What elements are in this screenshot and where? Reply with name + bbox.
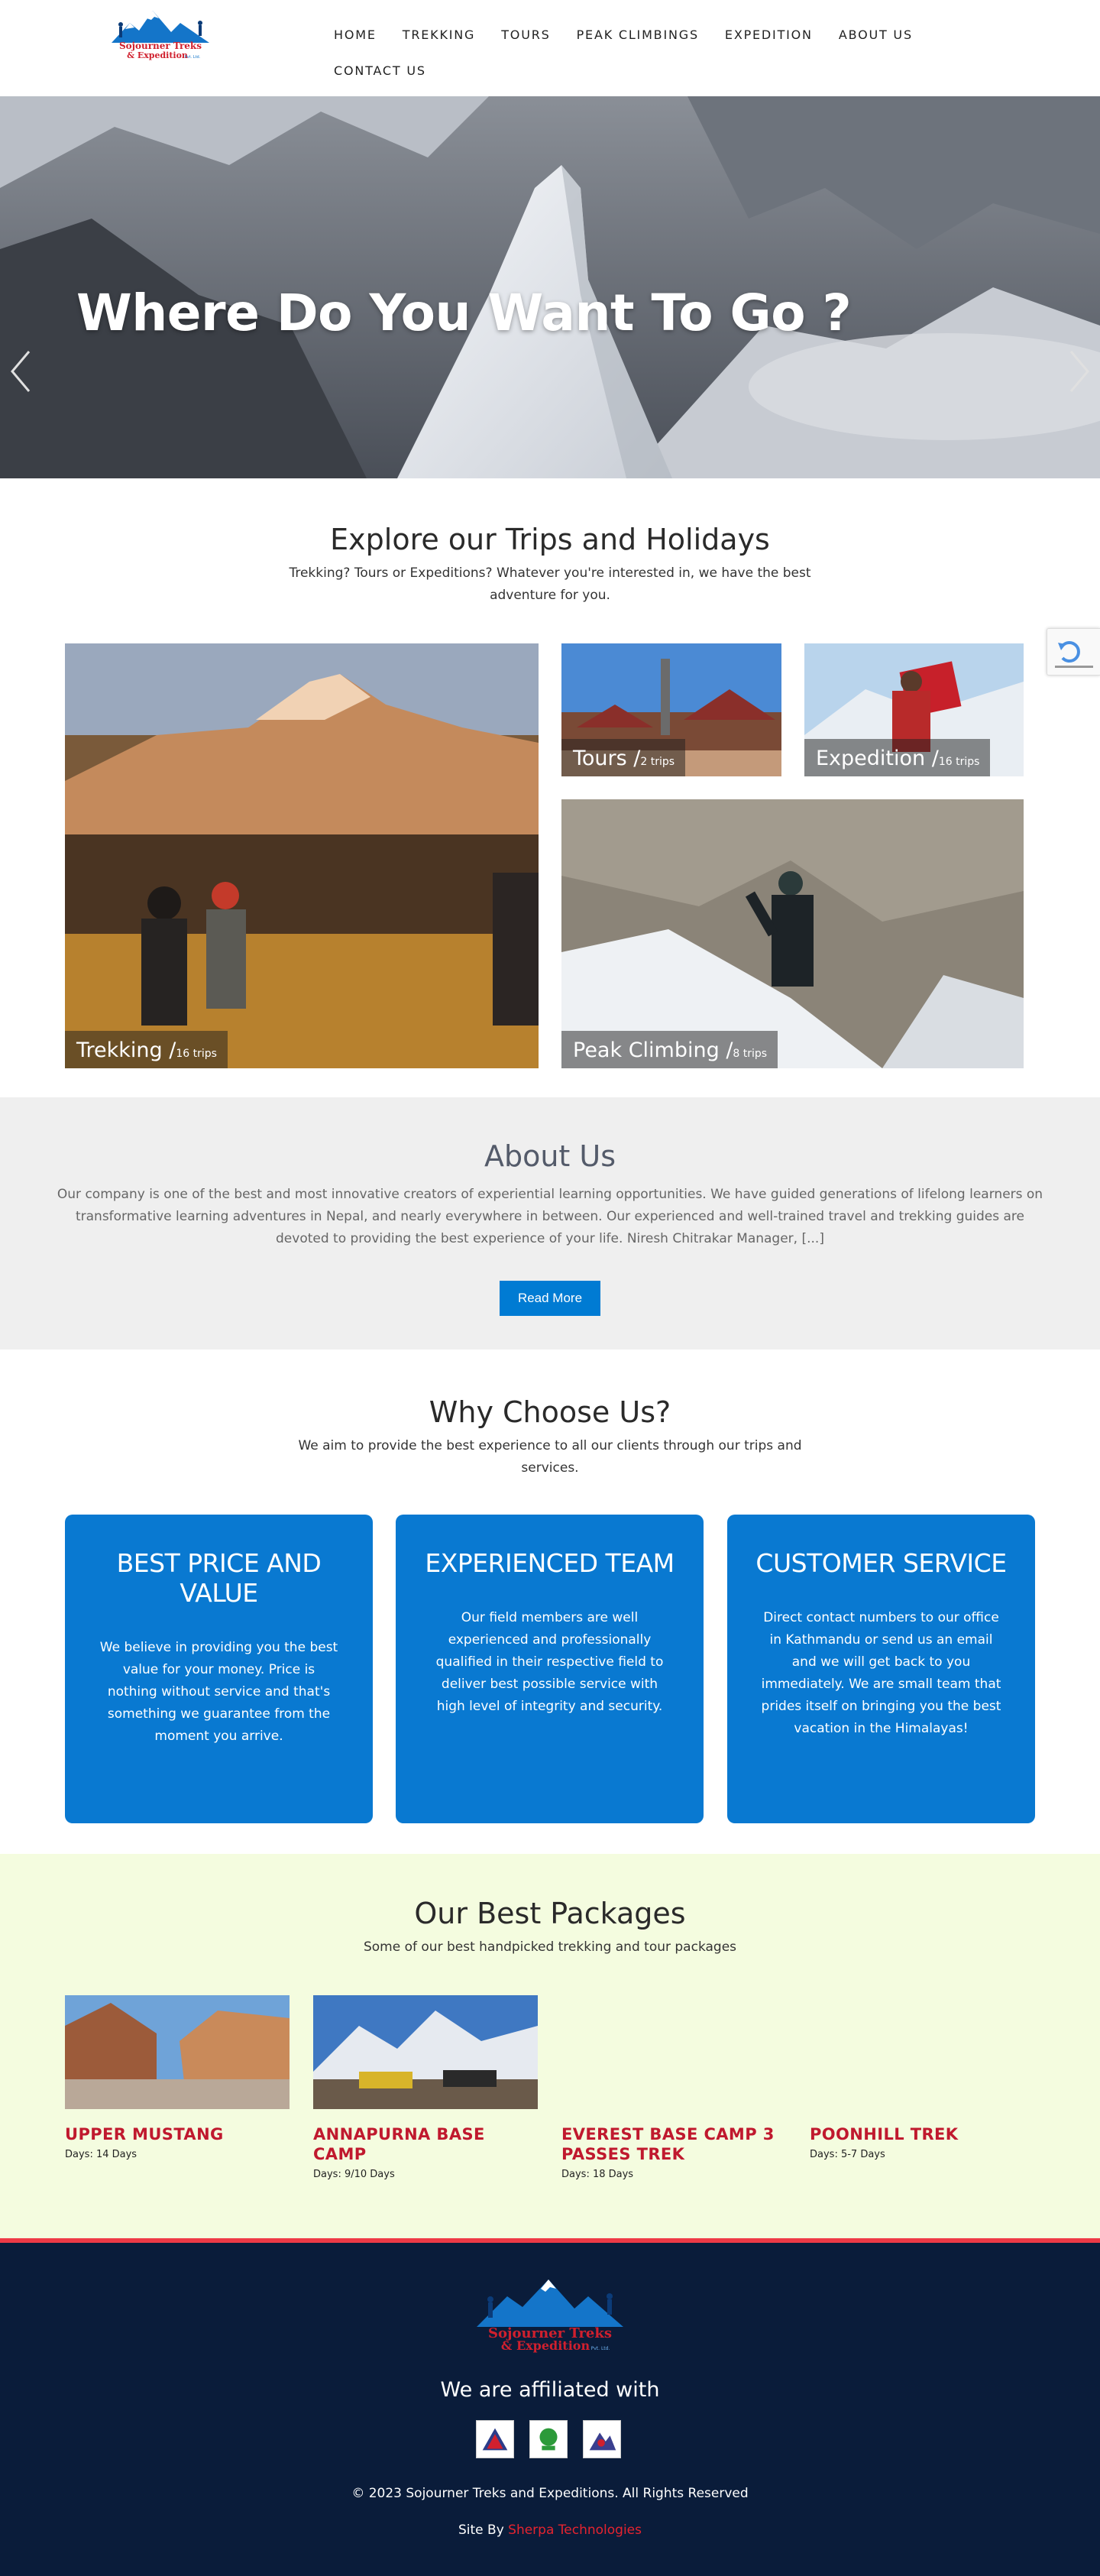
feature-title: CUSTOMER SERVICE xyxy=(755,1548,1007,1578)
tile-trekking-name: Trekking / xyxy=(76,1039,176,1062)
trekking-image xyxy=(65,643,539,1068)
tile-peak-climbing[interactable]: Peak Climbing /8 trips xyxy=(561,799,1024,1068)
packages-subtitle: Some of our best handpicked trekking and… xyxy=(363,1939,737,1955)
recaptcha-badge[interactable] xyxy=(1047,628,1100,676)
tile-expedition-name: Expedition / xyxy=(816,747,939,770)
slider-prev-arrow-icon[interactable] xyxy=(9,348,32,394)
feature-text: Direct contact numbers to our office in … xyxy=(761,1610,1001,1736)
package-name: POONHILL TREK xyxy=(810,2125,959,2143)
package-name: EVEREST BASE CAMP 3 PASSES TREK xyxy=(561,2125,775,2163)
feature-card-service: CUSTOMER SERVICE Direct contact numbers … xyxy=(727,1515,1035,1823)
main-nav: HOME TREKKING TOURS PEAK CLIMBINGS EXPED… xyxy=(321,17,932,89)
upper-mustang-image xyxy=(65,1995,290,2109)
affiliated-heading: We are affiliated with xyxy=(440,2378,660,2402)
affiliation-badges xyxy=(476,2420,621,2458)
about-title: About Us xyxy=(484,1139,616,1173)
peak-climbing-image xyxy=(561,799,1024,1068)
tile-tours-name: Tours / xyxy=(573,747,641,770)
logo-line1: Sojourner Treks xyxy=(119,41,202,51)
site-header: Sojourner Treks & Expedition Pvt. Ltd. H… xyxy=(0,0,1100,96)
explore-subtitle: Trekking? Tours or Expeditions? Whatever… xyxy=(289,565,811,603)
package-card[interactable]: POONHILL TREK Days: 5-7 Days xyxy=(810,1995,1034,2160)
hero-slider: Where Do You Want To Go ? xyxy=(0,96,1100,478)
why-title: Why Choose Us? xyxy=(429,1395,671,1429)
nav-peak-climbings[interactable]: PEAK CLIMBINGS xyxy=(564,17,712,53)
package-image-placeholder xyxy=(810,1995,1034,2109)
hero-title: Where Do You Want To Go ? xyxy=(76,284,852,342)
tile-peak-climbing-count: 8 trips xyxy=(733,1048,768,1060)
feature-text: Our field members are well experienced a… xyxy=(435,1610,664,1714)
tile-tours-label: Tours /2 trips xyxy=(561,739,686,776)
footer-logo-suffix: Pvt. Ltd. xyxy=(591,2346,610,2351)
site-by-label: Site By xyxy=(458,2523,504,2538)
packages-title: Our Best Packages xyxy=(414,1897,686,1930)
tile-tours[interactable]: Tours /2 trips xyxy=(561,643,781,776)
logo-suffix: Pvt. Ltd. xyxy=(185,55,201,60)
footer-logo-line2: & Expedition xyxy=(501,2338,590,2353)
slider-next-arrow-icon[interactable] xyxy=(1068,348,1091,394)
why-subtitle: We aim to provide the best experience to… xyxy=(298,1438,802,1476)
feature-title: BEST PRICE AND VALUE xyxy=(116,1548,322,1608)
nav-trekking[interactable]: TREKKING xyxy=(390,17,488,53)
nav-home[interactable]: HOME xyxy=(321,17,390,53)
site-by-credit: Site By Sherpa Technologies xyxy=(0,2523,1100,2538)
feature-title: EXPERIENCED TEAM xyxy=(425,1548,675,1578)
about-text: Our company is one of the best and most … xyxy=(57,1187,1043,1246)
logo-line2: & Expedition xyxy=(127,50,188,60)
tile-peak-climbing-label: Peak Climbing /8 trips xyxy=(561,1031,778,1068)
package-days: Days: 18 Days xyxy=(561,2169,634,2180)
package-card[interactable]: UPPER MUSTANG Days: 14 Days xyxy=(65,1995,290,2160)
tile-trekking[interactable]: Trekking /16 trips xyxy=(65,643,539,1068)
package-days: Days: 5-7 Days xyxy=(810,2149,885,2160)
feature-text: We believe in providing you the best val… xyxy=(99,1640,338,1744)
affiliation-badge-green-icon[interactable] xyxy=(529,2420,568,2458)
recaptcha-icon xyxy=(1055,641,1093,668)
explore-section: Explore our Trips and Holidays Trekking?… xyxy=(0,478,1100,1097)
tile-expedition-label: Expedition /16 trips xyxy=(804,739,991,776)
site-by-link[interactable]: Sherpa Technologies xyxy=(508,2523,642,2538)
tile-peak-climbing-name: Peak Climbing / xyxy=(573,1039,733,1062)
tile-trekking-count: 16 trips xyxy=(176,1048,217,1060)
affiliation-badge-mountain-icon[interactable] xyxy=(583,2420,621,2458)
nav-contact-us[interactable]: CONTACT US xyxy=(321,53,439,89)
nav-tours[interactable]: TOURS xyxy=(488,17,563,53)
package-card[interactable]: ANNAPURNA BASE CAMP Days: 9/10 Days xyxy=(313,1995,538,2180)
package-name: ANNAPURNA BASE CAMP xyxy=(313,2125,485,2163)
read-more-button[interactable]: Read More xyxy=(500,1281,600,1316)
package-days: Days: 14 Days xyxy=(65,2149,138,2160)
site-logo[interactable]: Sojourner Treks & Expedition Pvt. Ltd. xyxy=(107,6,214,64)
feature-card-team: EXPERIENCED TEAM Our field members are w… xyxy=(396,1515,704,1823)
explore-title: Explore our Trips and Holidays xyxy=(330,523,770,556)
tile-tours-count: 2 trips xyxy=(640,756,675,768)
annapurna-image xyxy=(313,1995,538,2109)
why-section: Why Choose Us? We aim to provide the bes… xyxy=(0,1350,1100,1854)
package-name: UPPER MUSTANG xyxy=(65,2125,224,2143)
packages-section: Our Best Packages Some of our best handp… xyxy=(0,1854,1100,2238)
tile-trekking-label: Trekking /16 trips xyxy=(65,1031,228,1068)
package-card[interactable]: EVEREST BASE CAMP 3 PASSES TREK Days: 18… xyxy=(561,1995,786,2180)
nav-expedition[interactable]: EXPEDITION xyxy=(712,17,826,53)
about-section: About Us Our company is one of the best … xyxy=(0,1097,1100,1350)
tile-expedition[interactable]: Expedition /16 trips xyxy=(804,643,1024,776)
copyright-text: © 2023 Sojourner Treks and Expeditions. … xyxy=(351,2486,749,2501)
affiliation-badge-triangle-icon[interactable] xyxy=(476,2420,514,2458)
package-days: Days: 9/10 Days xyxy=(313,2169,395,2180)
tile-expedition-count: 16 trips xyxy=(938,756,980,768)
nav-about-us[interactable]: ABOUT US xyxy=(826,17,926,53)
site-footer: Sojourner Treks & Expedition Pvt. Ltd. W… xyxy=(0,2238,1100,2576)
package-image-placeholder xyxy=(561,1995,786,2109)
feature-card-price: BEST PRICE AND VALUE We believe in provi… xyxy=(65,1515,373,1823)
footer-logo[interactable]: Sojourner Treks & Expedition Pvt. Ltd. xyxy=(469,2273,631,2356)
